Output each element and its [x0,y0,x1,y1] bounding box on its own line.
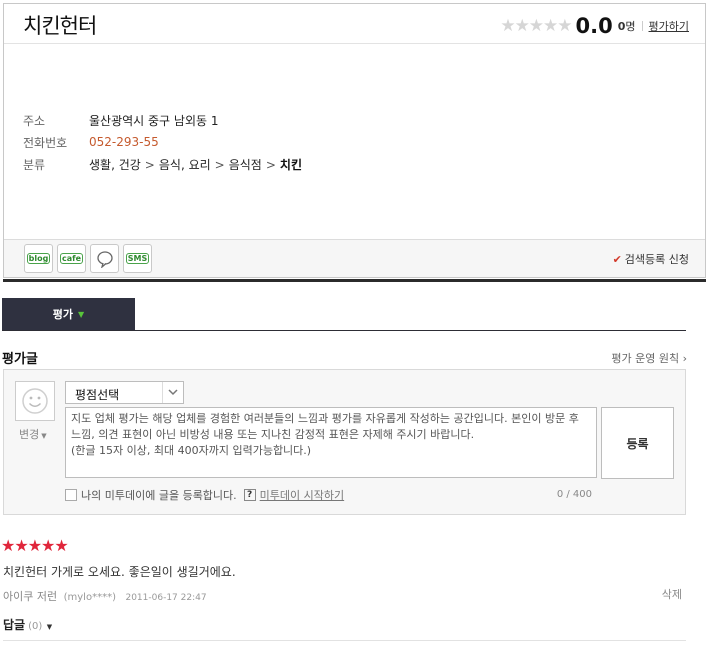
place-info: 주소 울산광역시 중구 남외동 1 전화번호 052-293-55 분류 생활,… [23,109,302,175]
review-author: 아이쿠 저런 [3,590,58,603]
tab-bar: 평가 ▼ [2,298,686,331]
avatar [15,381,55,421]
review-textarea[interactable]: 지도 업체 평가는 해당 업체를 경험한 여러분들의 느낌과 평가를 자유롭게 … [65,407,597,478]
rating-select-value: 평점선택 [75,388,120,402]
share-bar: blog cafe SMS ✔ 검색등록 신청 [4,239,705,277]
chevron-down-icon [162,382,183,403]
tab-rating[interactable]: 평가 ▼ [2,298,135,330]
speech-bubble-icon [96,250,113,268]
submit-button[interactable]: 등록 [601,407,674,479]
blog-icon: blog [26,253,51,264]
divider [3,640,686,641]
reply-count: (0) [28,621,43,632]
review-write-box: 변경 ▼ 평점선택 지도 업체 평가는 해당 업체를 경험한 여러분들의 느낌과 … [3,369,686,515]
category-row: 분류 생활, 건강 > 음식, 요리 > 음식점 > 치킨 [23,153,302,175]
rating-score: 0.0 [575,14,613,38]
phone-row: 전화번호 052-293-55 [23,131,302,153]
me2day-checkbox[interactable] [65,489,77,501]
share-buttons: blog cafe SMS [24,244,152,273]
phone-label: 전화번호 [23,135,68,150]
place-header: 치킨헌터 ★★★★★ 0.0 0명 평가하기 [4,4,705,44]
register-request-link[interactable]: ✔ 검색등록 신청 [613,251,689,267]
phone-value: 052-293-55 [89,135,159,149]
category-item[interactable]: 음식점 [229,158,262,172]
rate-link[interactable]: 평가하기 [649,18,689,34]
change-avatar-button[interactable]: 변경 ▼ [19,426,47,442]
category-item[interactable]: 생활, 건강 [89,158,141,172]
review-stars-icon: ★★★★★ [1,536,69,555]
category-item[interactable]: 음식, 요리 [159,158,211,172]
smiley-icon [22,388,48,414]
place-rating: ★★★★★ 0.0 0명 평가하기 [500,14,689,38]
separator [641,21,643,31]
category-label: 분류 [23,157,46,172]
card-divider [3,279,706,282]
me2day-start-link[interactable]: 미투데이 시작하기 [260,487,344,503]
place-card: 치킨헌터 ★★★★★ 0.0 0명 평가하기 주소 울산광역시 중구 남외동 1… [3,3,706,278]
address-row: 주소 울산광역시 중구 남외동 1 [23,109,302,131]
address-value: 울산광역시 중구 남외동 1 [89,113,219,128]
check-icon: ✔ [612,253,622,266]
chevron-down-icon: ▼ [44,623,53,631]
sms-share-button[interactable]: SMS [123,244,152,273]
review-date: 2011-06-17 22:47 [125,593,207,603]
review-user-id: (mylo****) [63,592,116,603]
category-separator: > [265,157,276,172]
rating-count: 0명 [617,20,636,33]
sms-icon: SMS [125,253,150,264]
reviews-title: 평가글 [2,352,38,367]
reply-toggle[interactable]: 답글 (0) ▼ [3,616,52,633]
chevron-right-icon: › [679,352,687,365]
category-separator: > [214,157,225,172]
rating-select[interactable]: 평점선택 [65,381,184,404]
char-counter: 0 / 400 [556,489,592,500]
blog-share-button[interactable]: blog [24,244,53,273]
policy-link[interactable]: 평가 운영 원칙 › [611,350,687,366]
triangle-down-icon: ▼ [78,309,85,319]
delete-button[interactable]: 삭제 [662,586,682,602]
chevron-down-icon: ▼ [41,432,47,440]
question-icon[interactable]: ? [243,489,256,501]
category-path: 생활, 건강 > 음식, 요리 > 음식점 > 치킨 [89,156,302,173]
category-item[interactable]: 치킨 [280,158,302,172]
review-meta: 아이쿠 저런 (mylo****) 2011-06-17 22:47 [3,588,207,604]
category-separator: > [144,157,155,172]
address-label: 주소 [23,113,46,128]
me2day-checkbox-label: 나의 미투데이에 글을 등록합니다. [81,489,237,502]
rating-stars-icon: ★★★★★ [500,16,572,36]
me2day-share-button[interactable] [90,244,119,273]
cafe-icon: cafe [59,253,84,264]
place-name: 치킨헌터 [23,14,97,38]
me2day-option: 나의 미투데이에 글을 등록합니다. ? 미투데이 시작하기 [65,487,344,503]
cafe-share-button[interactable]: cafe [57,244,86,273]
review-text: 치킨헌터 가게로 오세요. 좋은일이 생길거에요. [3,565,236,579]
